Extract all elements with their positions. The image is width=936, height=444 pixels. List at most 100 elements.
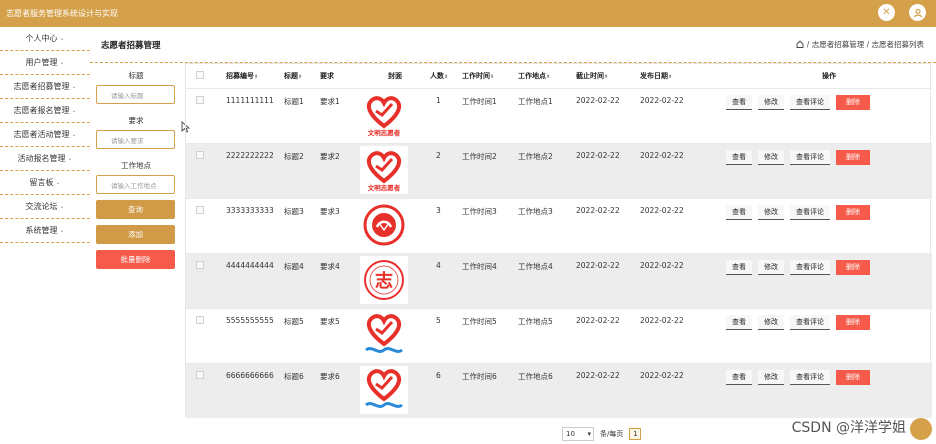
chevron-down-icon: ⌄: [55, 179, 61, 186]
sidebar-item[interactable]: 用户管理 ⌄: [0, 51, 90, 75]
avatar: [910, 418, 932, 440]
sidebar-item[interactable]: 志愿者活动管理 ⌄: [0, 123, 90, 147]
filter-panel: 标题 请输入标题 要求 请输入要求 工作地点 请输入工作地点 查询 添加 批量删…: [96, 63, 176, 275]
sort-icon[interactable]: ⬍: [298, 74, 302, 80]
cell-place: 工作地点4: [518, 261, 553, 271]
user-avatar-icon[interactable]: [909, 4, 926, 21]
fullscreen-icon[interactable]: ✕: [878, 4, 895, 21]
view-comments-button[interactable]: 查看评论: [790, 204, 830, 220]
req-filter-input[interactable]: 请输入要求: [96, 130, 175, 149]
cell-code: 6666666666: [226, 370, 274, 380]
row-checkbox[interactable]: [196, 205, 204, 214]
row-checkbox[interactable]: [196, 370, 204, 379]
delete-button[interactable]: 删除: [836, 204, 870, 220]
cell-time: 工作时间5: [462, 316, 497, 326]
sort-icon[interactable]: ⬍: [490, 74, 494, 80]
sort-icon[interactable]: ⬍: [668, 74, 672, 80]
delete-button[interactable]: 删除: [836, 149, 870, 165]
view-button[interactable]: 查看: [726, 369, 752, 385]
page-number[interactable]: 1: [629, 428, 642, 440]
sidebar-item-label: 个人中心: [25, 34, 58, 43]
sidebar-item-label: 志愿者招募管理: [13, 82, 70, 91]
sidebar: 个人中心 ⌄ 用户管理 ⌄ 志愿者招募管理 ⌄ 志愿者报名管理 ⌄ 志愿者活动管理 ⌄ 活动报名管理…: [0, 27, 90, 257]
col-publish[interactable]: 发布日期: [640, 72, 668, 80]
col-title[interactable]: 标题: [284, 72, 298, 80]
view-button[interactable]: 查看: [726, 149, 752, 165]
cell-req: 要求4: [320, 261, 340, 271]
edit-button[interactable]: 修改: [758, 259, 784, 275]
chevron-down-icon: ⌄: [59, 203, 65, 210]
delete-button[interactable]: 删除: [836, 94, 870, 110]
cell-deadline: 2022-02-22: [576, 205, 620, 215]
view-button[interactable]: 查看: [726, 94, 752, 110]
cell-req: 要求1: [320, 96, 340, 106]
col-code[interactable]: 招募编号: [226, 72, 254, 80]
chevron-down-icon: ⌄: [59, 227, 65, 234]
view-comments-button[interactable]: 查看评论: [790, 94, 830, 110]
home-icon[interactable]: [796, 39, 804, 50]
row-checkbox[interactable]: [196, 315, 204, 324]
place-filter-input[interactable]: 请输入工作地点: [96, 175, 175, 194]
row-checkbox[interactable]: [196, 260, 204, 269]
sidebar-item[interactable]: 个人中心 ⌄: [0, 27, 90, 51]
cell-title: 标题5: [284, 316, 304, 326]
sort-icon[interactable]: ⬍: [546, 74, 550, 80]
view-comments-button[interactable]: 查看评论: [790, 259, 830, 275]
view-button[interactable]: 查看: [726, 259, 752, 275]
row-checkbox[interactable]: [196, 95, 204, 104]
chevron-down-icon: ⌄: [71, 107, 77, 114]
edit-button[interactable]: 修改: [758, 94, 784, 110]
edit-button[interactable]: 修改: [758, 314, 784, 330]
sidebar-item[interactable]: 活动报名管理 ⌄: [0, 147, 90, 171]
chevron-down-icon: ⌄: [59, 35, 65, 42]
sort-icon[interactable]: ⬍: [604, 74, 608, 80]
page-title: 志愿者招募管理: [101, 41, 161, 51]
sidebar-item[interactable]: 志愿者报名管理 ⌄: [0, 99, 90, 123]
col-cover: 封面: [388, 71, 402, 80]
add-button[interactable]: 添加: [96, 225, 175, 244]
table-row: 5555555555 标题5 要求5 5 工作时间5 工作地点5 2022-02…: [186, 308, 932, 363]
select-all-checkbox[interactable]: [196, 70, 204, 79]
sidebar-item-label: 用户管理: [25, 58, 58, 67]
sort-icon[interactable]: ⬍: [444, 74, 448, 80]
col-people[interactable]: 人数: [430, 72, 444, 80]
cell-publish: 2022-02-22: [640, 315, 684, 325]
cell-publish: 2022-02-22: [640, 260, 684, 270]
view-comments-button[interactable]: 查看评论: [790, 369, 830, 385]
row-actions: 查看 修改 查看评论 删除: [726, 94, 932, 110]
title-filter-label: 标题: [128, 70, 144, 80]
col-time[interactable]: 工作时间: [462, 72, 490, 80]
edit-button[interactable]: 修改: [758, 204, 784, 220]
cell-code: 5555555555: [226, 315, 274, 325]
view-comments-button[interactable]: 查看评论: [790, 149, 830, 165]
delete-button[interactable]: 删除: [836, 259, 870, 275]
cell-title: 标题1: [284, 96, 304, 106]
batch-delete-button[interactable]: 批量删除: [96, 250, 175, 269]
cell-deadline: 2022-02-22: [576, 150, 620, 160]
sort-icon[interactable]: ⬍: [254, 74, 258, 80]
sidebar-item[interactable]: 系统管理 ⌄: [0, 219, 90, 243]
page-size-select[interactable]: 10 ▾: [562, 427, 594, 441]
query-button[interactable]: 查询: [96, 200, 175, 219]
cell-title: 标题6: [284, 371, 304, 381]
delete-button[interactable]: 删除: [836, 314, 870, 330]
delete-button[interactable]: 删除: [836, 369, 870, 385]
title-filter-input[interactable]: 请输入标题: [96, 85, 175, 104]
edit-button[interactable]: 修改: [758, 369, 784, 385]
sidebar-item[interactable]: 交流论坛 ⌄: [0, 195, 90, 219]
cover-image: [360, 365, 408, 414]
sidebar-item[interactable]: 志愿者招募管理 ⌄: [0, 75, 90, 99]
col-place[interactable]: 工作地点: [518, 72, 546, 80]
chevron-down-icon: ⌄: [71, 83, 77, 90]
view-comments-button[interactable]: 查看评论: [790, 314, 830, 330]
col-deadline[interactable]: 截止时间: [576, 72, 604, 80]
edit-button[interactable]: 修改: [758, 149, 784, 165]
view-button[interactable]: 查看: [726, 314, 752, 330]
page-header: 志愿者招募管理 / 志愿者招募管理 / 志愿者招募列表: [90, 27, 936, 63]
sidebar-item[interactable]: 留言板 ⌄: [0, 171, 90, 195]
cell-deadline: 2022-02-22: [576, 370, 620, 380]
view-button[interactable]: 查看: [726, 204, 752, 220]
chevron-down-icon: ⌄: [71, 131, 77, 138]
row-checkbox[interactable]: [196, 150, 204, 159]
chevron-down-icon: ▾: [587, 430, 591, 438]
